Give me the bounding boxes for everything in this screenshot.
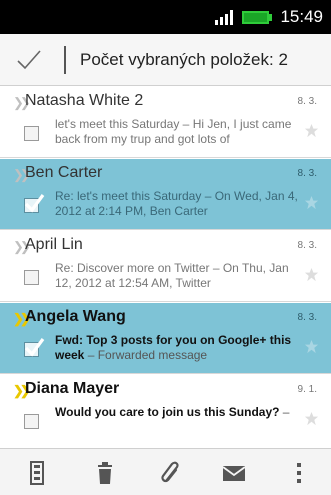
attachment-button[interactable] — [157, 459, 185, 487]
sender-name: April Lin — [25, 236, 83, 254]
delete-button[interactable] — [91, 459, 119, 487]
mark-unread-button[interactable] — [220, 459, 248, 487]
message-preview: Would you care to join us this Sunday? – — [55, 405, 301, 436]
overflow-menu-icon — [297, 463, 301, 483]
sender-name: Ben Carter — [25, 164, 102, 182]
sender-text: Natasha White — [25, 92, 130, 109]
checkmark-icon — [24, 194, 45, 213]
checkmark-icon — [24, 338, 45, 357]
delete-icon — [98, 462, 112, 484]
message-row[interactable]: ❯❯ Natasha White 2 8. 3. let's meet this Sa… — [0, 87, 331, 158]
select-checkbox[interactable] — [24, 338, 45, 357]
sender-text: Angela Wang — [25, 308, 126, 325]
sender-text: Diana Mayer — [25, 380, 120, 397]
status-bar: 15:49 — [0, 0, 331, 34]
thread-count: 2 — [134, 92, 144, 109]
message-date: 8. 3. — [297, 96, 317, 107]
select-checkbox[interactable] — [24, 194, 45, 213]
attachment-icon — [161, 461, 179, 483]
mark-unread-icon — [222, 466, 246, 481]
message-preview: let's meet this Saturday – Hi Jen, I jus… — [55, 117, 301, 148]
action-bar: Počet vybraných položek: 2 — [0, 34, 331, 86]
message-preview: Fwd: Top 3 posts for you on Google+ this… — [55, 333, 301, 364]
message-snippet: – — [279, 405, 290, 419]
sender-name: Diana Mayer — [25, 380, 119, 398]
star-icon[interactable] — [304, 123, 319, 138]
message-snippet: Re: let's meet this Saturday – On Wed, J… — [55, 189, 298, 218]
message-preview: Re: Discover more on Twitter – On Thu, J… — [55, 261, 301, 292]
move-to-folder-button[interactable] — [23, 459, 51, 487]
action-bar-divider — [64, 46, 66, 74]
selection-count-title: Počet vybraných položek: 2 — [80, 50, 288, 69]
move-to-folder-icon — [30, 461, 44, 485]
star-icon[interactable] — [304, 195, 319, 210]
battery-icon — [242, 11, 272, 24]
message-date: 8. 3. — [297, 312, 317, 323]
message-row[interactable]: ❯❯ Ben Carter 8. 3. Re: let's meet this Sat… — [0, 159, 331, 230]
message-row[interactable]: ❯❯ Angela Wang 8. 3. Fwd: Top 3 posts for y… — [0, 303, 331, 374]
signal-strength-icon — [215, 10, 233, 25]
sender-text: April Lin — [25, 236, 83, 253]
message-subject: Would you care to join us this Sunday? — [55, 405, 280, 419]
select-checkbox[interactable] — [24, 414, 39, 429]
select-checkbox[interactable] — [24, 126, 39, 141]
message-date: 8. 3. — [297, 168, 317, 179]
star-icon[interactable] — [304, 267, 319, 282]
sender-name: Natasha White 2 — [25, 92, 143, 110]
bottom-action-bar — [0, 448, 331, 495]
status-time: 15:49 — [280, 7, 323, 26]
message-snippet: let's meet this Saturday – Hi Jen, I jus… — [55, 117, 292, 146]
select-checkbox[interactable] — [24, 270, 39, 285]
message-row[interactable]: ❯❯ April Lin 8. 3. Re: Discover more on Twi… — [0, 231, 331, 302]
message-list: ❯❯ Natasha White 2 8. 3. let's meet this Sa… — [0, 87, 331, 445]
message-row[interactable]: ❯❯ Diana Mayer 9. 1. Would you care to join… — [0, 375, 331, 445]
sender-name: Angela Wang — [25, 308, 126, 326]
check-icon[interactable] — [16, 49, 42, 71]
star-icon[interactable] — [304, 339, 319, 354]
message-snippet: Re: Discover more on Twitter – On Thu, J… — [55, 261, 289, 290]
message-date: 8. 3. — [297, 240, 317, 251]
message-date: 9. 1. — [297, 384, 317, 395]
message-preview: Re: let's meet this Saturday – On Wed, J… — [55, 189, 301, 220]
message-snippet: – Forwarded message — [84, 348, 208, 362]
overflow-menu-button[interactable] — [285, 459, 313, 487]
star-icon[interactable] — [304, 411, 319, 426]
sender-text: Ben Carter — [25, 164, 103, 181]
